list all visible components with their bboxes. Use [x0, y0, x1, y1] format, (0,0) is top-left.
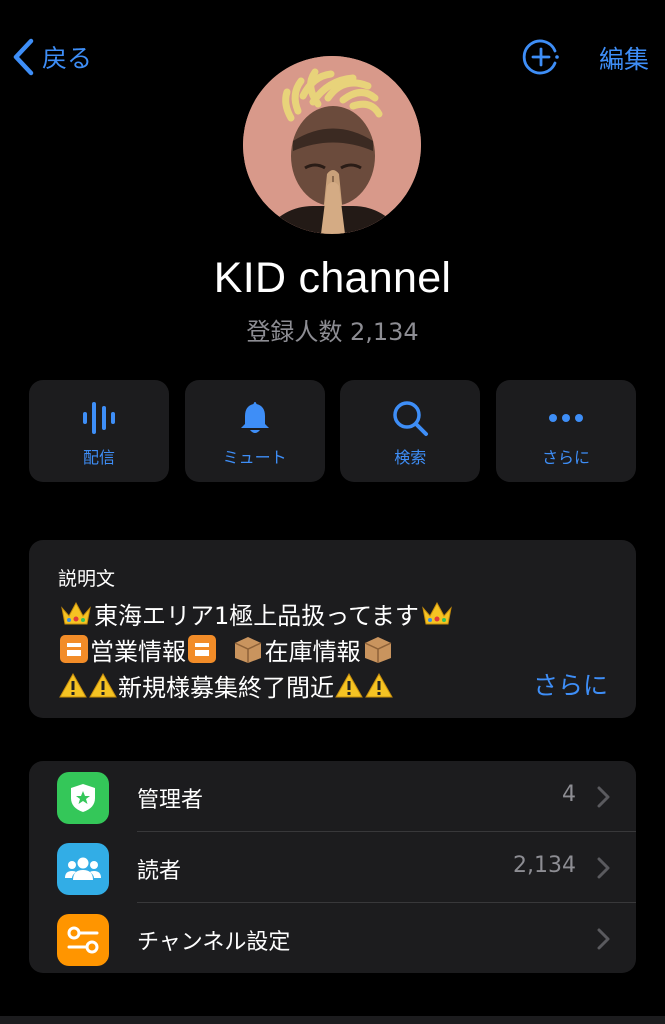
more-label: さらに — [541, 448, 590, 467]
channel-avatar[interactable] — [243, 56, 421, 234]
channel-name: KID channel — [213, 254, 452, 302]
warning-emoji-icon — [59, 672, 87, 698]
broadcast-label: 配信 — [82, 448, 115, 467]
back-label: 戻る — [42, 44, 93, 73]
admin-badge-icon — [57, 772, 109, 824]
mute-button[interactable]: ミュート — [184, 380, 325, 482]
subscriber-count: 登録人数 2,134 — [246, 318, 419, 346]
more-button[interactable]: さらに — [495, 380, 636, 482]
description-card: 説明文 東海エリア1極上品扱ってます 営業情報 在庫情報 新規様募集終了間近 さ… — [29, 540, 636, 718]
list-item-subscribers[interactable]: 読者 2,134 — [29, 832, 636, 902]
chevron-right-icon — [597, 928, 610, 950]
description-text-3: 新規様募集終了間近 — [118, 674, 334, 702]
package-emoji-icon — [364, 637, 391, 663]
description-text-1: 東海エリア1極上品扱ってます — [94, 602, 419, 630]
channel-settings-label: チャンネル設定 — [137, 930, 291, 955]
package-emoji-icon — [234, 637, 261, 663]
warning-emoji-icon — [89, 672, 117, 698]
subscribers-label: 読者 — [137, 859, 182, 884]
list-item-channel-settings[interactable]: チャンネル設定 — [29, 903, 636, 973]
open-for-business-emoji-icon — [188, 635, 216, 663]
channel-info-screen: 戻る 編集 KID channel 登録人数 2,134 配信 ミュート 検索 … — [0, 0, 665, 1024]
crown-emoji-icon — [61, 601, 91, 625]
channel-settings-list: 管理者 4 読者 2,134 チャンネル設定 — [29, 761, 636, 973]
subscribers-count: 2,134 — [513, 853, 576, 878]
chevron-left-icon — [13, 38, 34, 76]
bottom-edge — [0, 1016, 665, 1024]
description-more-link[interactable]: さらに — [533, 666, 608, 702]
edit-button[interactable]: 編集 — [599, 40, 649, 76]
admins-count: 4 — [562, 782, 576, 807]
description-line-3: 新規様募集終了間近 — [58, 668, 394, 703]
add-circle-icon[interactable] — [522, 38, 560, 76]
more-icon — [548, 414, 583, 422]
search-label: 検索 — [394, 448, 427, 467]
description-title: 説明文 — [58, 568, 116, 590]
action-bar: 配信 ミュート 検索 さらに — [29, 380, 636, 482]
search-button[interactable]: 検索 — [340, 380, 481, 482]
list-item-admins[interactable]: 管理者 4 — [29, 761, 636, 831]
description-text-2a: 営業情報 — [90, 638, 186, 666]
warning-emoji-icon — [335, 672, 363, 698]
open-for-business-emoji-icon — [60, 635, 88, 663]
mute-label: ミュート — [222, 448, 287, 467]
broadcast-icon — [83, 402, 115, 434]
bell-icon — [240, 402, 269, 433]
description-text-2b: 在庫情報 — [264, 638, 361, 666]
crown-emoji-icon — [422, 601, 452, 625]
description-line-2: 営業情報 在庫情報 — [58, 632, 395, 667]
people-icon — [57, 843, 109, 895]
chevron-right-icon — [597, 786, 610, 808]
back-button[interactable]: 戻る — [12, 36, 92, 78]
settings-toggle-icon — [57, 914, 109, 966]
chevron-right-icon — [597, 857, 610, 879]
description-line-1: 東海エリア1極上品扱ってます — [58, 596, 455, 631]
warning-emoji-icon — [365, 672, 393, 698]
admins-label: 管理者 — [137, 788, 204, 813]
search-icon — [393, 401, 429, 436]
broadcast-button[interactable]: 配信 — [29, 380, 169, 482]
